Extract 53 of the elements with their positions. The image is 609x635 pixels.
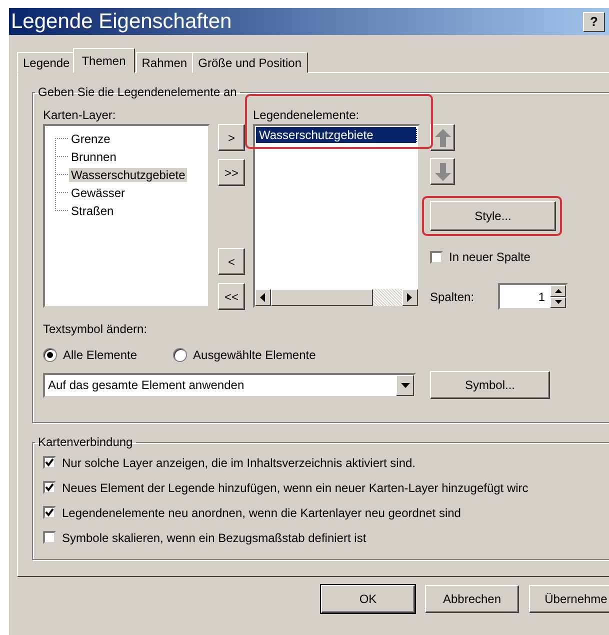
checkbox[interactable] bbox=[43, 531, 56, 544]
columns-label: Spalten: bbox=[430, 290, 474, 304]
radio-label: Ausgewählte Elemente bbox=[193, 348, 316, 362]
checkbox[interactable] bbox=[43, 481, 56, 494]
radio-label: Alle Elemente bbox=[63, 348, 138, 362]
remove-button[interactable]: < bbox=[218, 248, 245, 275]
symbol-button[interactable]: Symbol... bbox=[430, 371, 550, 399]
tab[interactable]: Themen bbox=[72, 48, 135, 73]
tree-item[interactable]: Wasserschutzgebiete bbox=[69, 168, 188, 182]
tab[interactable]: Größe und Position bbox=[192, 52, 308, 73]
checkbox[interactable] bbox=[43, 506, 56, 519]
tree-item[interactable]: Straßen bbox=[69, 204, 116, 218]
tree-item[interactable]: Brunnen bbox=[69, 150, 118, 164]
dropdown-arrow-icon bbox=[400, 382, 410, 388]
horizontal-scrollbar[interactable] bbox=[255, 289, 418, 306]
dialog-button[interactable]: OK bbox=[321, 585, 415, 613]
checkbox[interactable] bbox=[430, 250, 443, 264]
left-arrow-icon bbox=[260, 293, 266, 302]
radio-button[interactable] bbox=[173, 348, 188, 362]
add-button[interactable]: > bbox=[218, 124, 245, 151]
checkbox-label: Neues Element der Legende hinzufügen, wenn ein neuer Karten-Layer hinzugefügt wirc bbox=[62, 480, 528, 494]
group-title: Geben Sie die Legendenelemente an bbox=[37, 85, 238, 99]
checkbox-label: Nur solche Layer anzeigen, die im Inhaltsverzeichnis aktiviert sind. bbox=[62, 456, 416, 470]
columns-spinner[interactable]: 1 bbox=[498, 283, 568, 310]
remove-button[interactable]: << bbox=[218, 283, 245, 310]
apply-dropdown[interactable]: Auf das gesamte Element anwenden bbox=[43, 372, 416, 398]
up-arrow-icon bbox=[554, 288, 562, 293]
dialog-button[interactable]: Übernehme bbox=[529, 585, 609, 613]
list-item[interactable]: Wasserschutzgebiete bbox=[256, 127, 417, 143]
add-button[interactable]: >> bbox=[218, 159, 245, 186]
down-arrow-icon bbox=[554, 300, 562, 304]
move-up-button[interactable] bbox=[430, 124, 455, 151]
window-title: Legende Eigenschaften bbox=[11, 10, 232, 34]
text-symbol-label: Textsymbol ändern: bbox=[43, 322, 148, 338]
style-button[interactable]: Style... bbox=[430, 201, 556, 231]
move-down-button[interactable] bbox=[430, 158, 455, 185]
tree-item[interactable]: Grenze bbox=[69, 132, 112, 146]
layers-label: Karten-Layer: bbox=[43, 108, 117, 124]
help-button[interactable]: ? bbox=[583, 12, 605, 32]
checkbox[interactable] bbox=[43, 456, 56, 469]
group-title: Kartenverbindung bbox=[37, 435, 134, 449]
tab[interactable]: Legende bbox=[17, 52, 76, 73]
up-arrow-icon bbox=[434, 128, 450, 146]
checkbox-label: Legendenelemente neu anordnen, wenn die Kartenlayer neu geordnet sind bbox=[62, 506, 461, 520]
checkbox-label: In neuer Spalte bbox=[449, 250, 530, 264]
radio-button[interactable] bbox=[43, 348, 57, 362]
dialog-button[interactable]: Abbrechen bbox=[425, 585, 519, 613]
tab[interactable]: Rahmen bbox=[136, 52, 194, 73]
down-arrow-icon bbox=[434, 162, 450, 180]
right-arrow-icon bbox=[407, 293, 413, 302]
checkbox-label: Symbole skalieren, wenn ein Bezugsmaßstab definiert ist bbox=[62, 530, 366, 544]
tree-item[interactable]: Gewässer bbox=[69, 186, 128, 200]
legend-items-label: Legendenelemente: bbox=[253, 108, 360, 124]
